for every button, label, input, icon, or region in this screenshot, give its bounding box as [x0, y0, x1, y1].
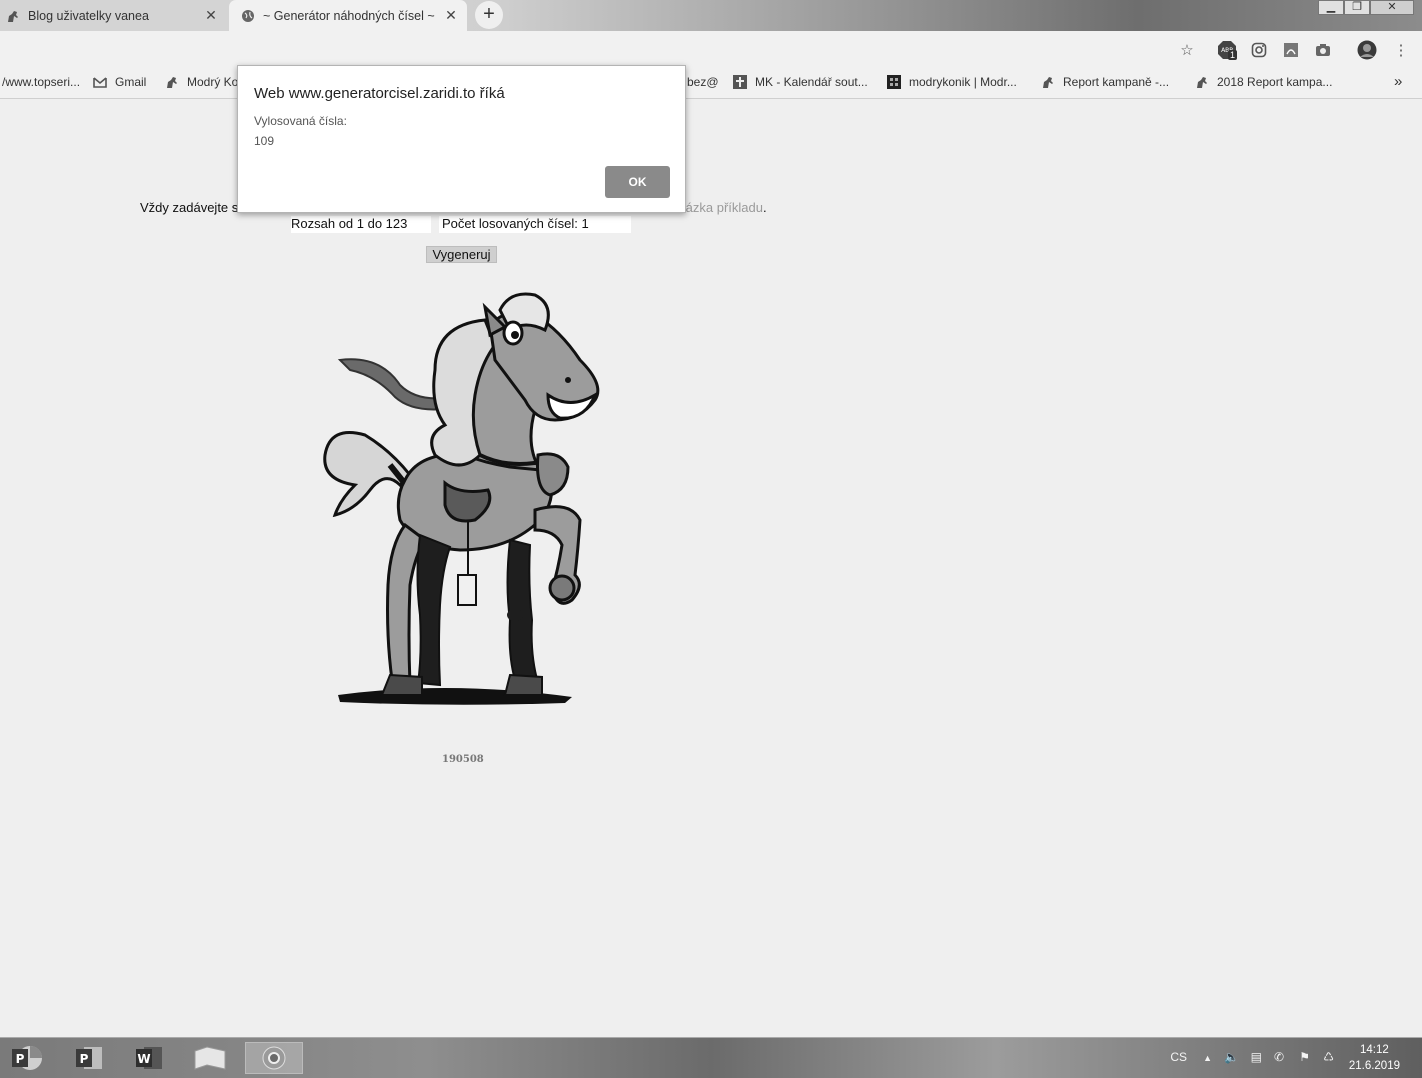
abp-extension-icon[interactable]: ABP 1 — [1217, 40, 1238, 60]
taskbar-project-app[interactable]: P — [64, 1042, 112, 1074]
tab-title: ~ Generátor náhodných čísel ~ — [263, 8, 435, 23]
bookmark-label: /www.topseri... — [2, 75, 81, 89]
taskbar-explorer-app[interactable] — [186, 1042, 234, 1074]
action-center-icon[interactable]: ⚑ — [1299, 1050, 1310, 1064]
horse-icon — [1041, 75, 1055, 89]
close-icon[interactable]: ✕ — [203, 7, 219, 24]
start-button[interactable]: P — [2, 1042, 50, 1074]
taskbar-app-letter: P — [16, 1052, 25, 1066]
horse-icon — [1195, 75, 1209, 89]
phone-icon[interactable]: ✆ — [1274, 1050, 1284, 1064]
generate-button[interactable]: Vygeneruj — [426, 246, 497, 263]
volume-icon[interactable]: 🔈 — [1224, 1050, 1239, 1064]
bookmark-label: bez@ — [687, 75, 719, 89]
horse-mascot-image — [323, 292, 600, 705]
bookmark-report-kampane[interactable]: Report kampaně -... — [1041, 75, 1169, 89]
taskbar-app-letter: W — [137, 1052, 150, 1066]
tab-blog[interactable]: Blog uživatelky vanea ✕ — [0, 0, 227, 31]
language-indicator[interactable]: CS — [1170, 1050, 1187, 1064]
bookmarks-bar: /www.topseri... Gmail Modrý Ko bez@ MK -… — [0, 68, 1422, 99]
network-icon[interactable]: ▤ — [1251, 1050, 1262, 1064]
count-label: Počet losovaných čísel: 1 — [442, 216, 589, 231]
tray-expand-icon[interactable]: ▲ — [1203, 1053, 1212, 1063]
taskbar: P P W CS ▲ 🔈 ▤ ✆ ⚑ ♺ 14:12 21.6.2019 — [0, 1037, 1422, 1078]
version-label: 190508 — [442, 754, 484, 765]
tab-strip: Blog uživatelky vanea ✕ ~ Generátor náho… — [0, 0, 1422, 31]
browser-toolbar: ☆ ABP 1 ⋮ — [0, 31, 1422, 68]
bookmark-label: Modrý Ko — [187, 75, 239, 89]
horse-icon — [165, 75, 179, 89]
restore-icon[interactable]: ❐ — [1344, 0, 1370, 15]
dialog-message-value: 109 — [254, 134, 275, 148]
intro-start: Vždy zadávejte s — [140, 200, 239, 215]
clock-time: 14:12 — [1360, 1044, 1389, 1056]
bookmark-modry-konik[interactable]: Modrý Ko — [165, 75, 238, 89]
instagram-icon[interactable] — [1249, 40, 1269, 60]
new-tab-button[interactable]: + — [475, 1, 503, 29]
bookmark-label: Gmail — [115, 75, 147, 89]
clock-date: 21.6.2019 — [1348, 1060, 1400, 1072]
bookmark-topserialy[interactable]: /www.topseri... — [2, 75, 80, 89]
count-field[interactable]: Počet losovaných čísel: 1 — [439, 216, 631, 233]
window-controls: ▁ ❐ ✕ — [1318, 0, 1414, 15]
bookmarks-overflow-button[interactable]: » — [1394, 73, 1402, 90]
bookmark-mk-kalendar[interactable]: MK - Kalendář sout... — [733, 75, 868, 89]
taskbar-word-app[interactable]: W — [124, 1042, 172, 1074]
bookmark-gmail[interactable]: Gmail — [93, 75, 146, 89]
bookmark-label: Report kampaně -... — [1063, 75, 1170, 89]
gmail-icon — [93, 75, 107, 89]
profile-avatar[interactable] — [1357, 40, 1377, 60]
bookmark-label: 2018 Report kampa... — [1217, 75, 1333, 89]
sync-icon[interactable]: ♺ — [1323, 1050, 1334, 1064]
abp-badge: 1 — [1228, 50, 1238, 60]
close-window-icon[interactable]: ✕ — [1370, 0, 1414, 15]
bookmark-label: modrykonik | Modr... — [909, 75, 1017, 89]
tab-title: Blog uživatelky vanea — [28, 8, 149, 23]
range-field[interactable]: Rozsah od 1 do 123 — [291, 216, 431, 233]
pdf-icon[interactable] — [1281, 40, 1301, 60]
bookmark-modrykonik[interactable]: modrykonik | Modr... — [887, 75, 1017, 89]
bookmark-label: MK - Kalendář sout... — [755, 75, 868, 89]
close-icon[interactable]: ✕ — [443, 7, 459, 24]
minimize-icon[interactable]: ▁ — [1318, 0, 1344, 15]
bookmark-2018-report[interactable]: 2018 Report kampa... — [1195, 75, 1332, 89]
globe-icon — [241, 9, 255, 23]
bookmark-email[interactable]: bez@ — [687, 75, 719, 89]
clock[interactable]: 14:12 21.6.2019 — [1349, 1042, 1400, 1074]
dialog-message-label: Vylosovaná čísla: — [254, 114, 347, 128]
tab-generator[interactable]: ~ Generátor náhodných čísel ~ ✕ — [229, 0, 467, 31]
intro-end: . — [762, 200, 767, 215]
taskbar-app-letter: P — [80, 1052, 89, 1066]
menu-icon[interactable]: ⋮ — [1391, 40, 1411, 60]
alert-dialog: Web www.generatorcisel.zaridi.to říká Vy… — [237, 65, 686, 213]
calendar-icon — [733, 75, 747, 89]
grid-icon — [887, 75, 901, 89]
horse-icon — [6, 9, 20, 23]
dialog-title: Web www.generatorcisel.zaridi.to říká — [254, 85, 505, 102]
ok-button[interactable]: OK — [605, 166, 670, 198]
taskbar-chrome-app[interactable] — [245, 1042, 303, 1074]
range-label: Rozsah od 1 do 123 — [291, 216, 408, 231]
camera-icon[interactable] — [1313, 40, 1333, 60]
star-icon[interactable]: ☆ — [1177, 40, 1197, 60]
